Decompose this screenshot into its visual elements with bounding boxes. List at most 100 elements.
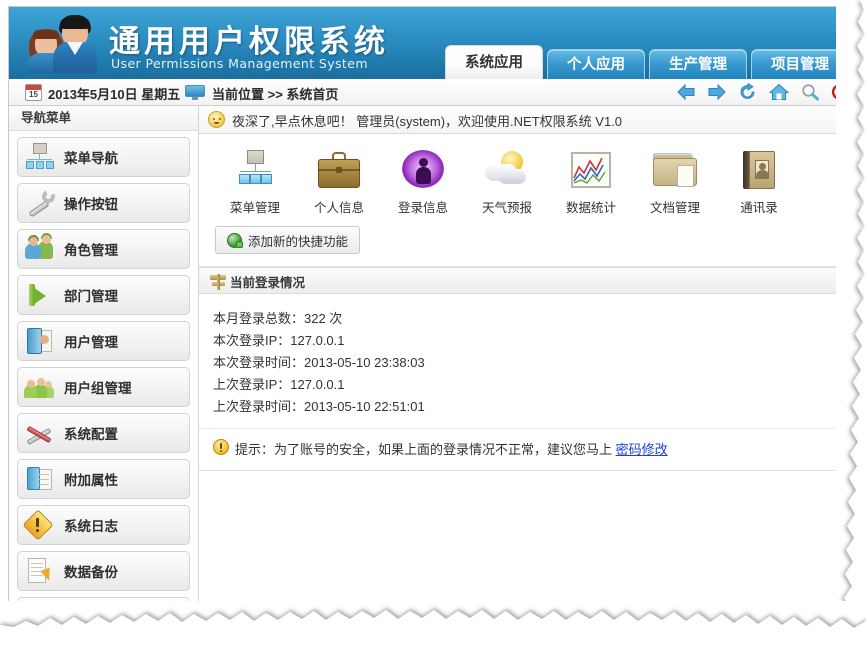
brand-title-en: User Permissions Management System — [111, 56, 368, 71]
shortcut-label: 菜单管理 — [213, 197, 297, 216]
shortcut-weather[interactable]: 天气预报 — [465, 148, 549, 216]
back-icon[interactable] — [676, 83, 696, 103]
welcome-message: 夜深了,早点休息吧！ 管理员(system)，欢迎使用.NET权限系统 V1.0 — [232, 111, 622, 130]
sidebar-item-label: 数据备份 — [64, 561, 118, 581]
sidebar-item-usergroup-mgmt[interactable]: 用户组管理 — [17, 367, 190, 407]
tab-production-mgmt[interactable]: 生产管理 — [649, 49, 747, 79]
sidebar-item-label: 附加属性 — [64, 469, 118, 489]
brand-title-cn: 通用用户权限系统 — [109, 16, 389, 61]
login-section-title: 当前登录情况 — [230, 272, 305, 291]
calendar-day: 15 — [26, 89, 41, 100]
sidebar-item-role-mgmt[interactable]: 角色管理 — [17, 229, 190, 269]
welcome-bar: 夜深了,早点休息吧！ 管理员(system)，欢迎使用.NET权限系统 V1.0 — [199, 106, 849, 134]
broadcast-user-icon — [402, 150, 444, 190]
login-info-row: 本次登录时间：2013-05-10 23:38:03 — [213, 352, 849, 374]
globe-add-icon — [227, 233, 242, 248]
shortcut-label: 数据统计 — [549, 197, 633, 216]
main-content: 夜深了,早点休息吧！ 管理员(system)，欢迎使用.NET权限系统 V1.0… — [199, 106, 849, 607]
sidebar-item-system-config[interactable]: 系统配置 — [17, 413, 190, 453]
add-shortcut-row: 添加新的快捷功能 — [199, 220, 849, 266]
shortcut-list: 菜单管理 个人信息 — [199, 134, 849, 220]
sidebar-item-label: 角色管理 — [64, 239, 118, 259]
user-group-icon — [18, 368, 64, 406]
shortcut-personal-info[interactable]: 个人信息 — [297, 148, 381, 216]
login-info-row: 上次登录IP：127.0.0.1 — [213, 374, 849, 396]
search-icon[interactable] — [800, 83, 820, 103]
exit-icon[interactable] — [831, 83, 845, 103]
shortcut-statistics[interactable]: 数据统计 — [549, 148, 633, 216]
change-password-link[interactable]: 密码修改 — [616, 442, 668, 457]
shortcut-login-info[interactable]: 登录信息 — [381, 148, 465, 216]
login-section-header: 当前登录情况 — [199, 267, 849, 294]
briefcase-icon — [318, 152, 360, 190]
tab-personal-app[interactable]: 个人应用 — [547, 49, 645, 79]
shortcut-label: 通讯录 — [717, 197, 801, 216]
sidebar-item-data-backup[interactable]: 数据备份 — [17, 551, 190, 591]
green-arrow-icon — [18, 276, 64, 314]
add-shortcut-button[interactable]: 添加新的快捷功能 — [215, 226, 360, 254]
sidebar-item-label: 用户组管理 — [64, 377, 132, 397]
login-info-row: 本次登录IP：127.0.0.1 — [213, 330, 849, 352]
login-info-list: 本月登录总数：322 次 本次登录IP：127.0.0.1 本次登录时间：201… — [199, 294, 849, 428]
app-header: 通用用户权限系统 User Permissions Management Sys… — [9, 7, 849, 79]
backup-icon — [18, 552, 64, 590]
users-avatar-icon — [27, 15, 105, 73]
signpost-icon — [209, 272, 227, 290]
database-icon — [18, 598, 64, 636]
sidebar-item-system-log[interactable]: 系统日志 — [17, 505, 190, 545]
app-window: 通用用户权限系统 User Permissions Management Sys… — [0, 0, 866, 647]
sidebar-item-label: 资源管理 — [64, 607, 118, 627]
shortcut-address-book[interactable]: 通讯录 — [717, 148, 801, 216]
login-info-row: 上次登录时间：2013-05-10 22:51:01 — [213, 396, 849, 418]
people-icon — [18, 230, 64, 268]
shortcut-document-mgmt[interactable]: 文档管理 — [633, 148, 717, 216]
wrench-icon — [18, 184, 64, 222]
sidebar-item-action-buttons[interactable]: 操作按钮 — [17, 183, 190, 223]
sitemap-icon — [234, 150, 276, 190]
chart-icon — [571, 152, 611, 188]
address-book-icon — [743, 151, 775, 189]
status-bar: 15 2013年5月10日 星期五 当前位置 >> 系统首页 — [9, 79, 849, 106]
sidebar: 导航菜单 菜单导航 操作按钮 — [9, 106, 199, 607]
weather-sun-cloud-icon — [485, 151, 529, 189]
home-icon[interactable] — [769, 83, 789, 103]
refresh-icon[interactable] — [738, 83, 758, 103]
calendar-icon: 15 — [25, 84, 42, 101]
warning-circle-icon — [213, 439, 229, 455]
sidebar-item-label: 用户管理 — [64, 331, 118, 351]
main-tabs: 系统应用 个人应用 生产管理 项目管理 — [445, 45, 849, 79]
tab-project-mgmt[interactable]: 项目管理 — [751, 49, 849, 79]
folder-document-icon — [653, 153, 697, 187]
sitemap-icon — [18, 138, 64, 176]
shortcut-menu-mgmt[interactable]: 菜单管理 — [213, 148, 297, 216]
toolbar — [676, 82, 845, 104]
shortcuts-panel: 菜单管理 个人信息 — [199, 134, 849, 267]
user-book-icon — [18, 322, 64, 360]
login-info-row: 本月登录总数：322 次 — [213, 308, 849, 330]
monitor-icon — [185, 85, 205, 100]
breadcrumb: 当前位置 >> 系统首页 — [212, 84, 338, 103]
sidebar-item-dept-mgmt[interactable]: 部门管理 — [17, 275, 190, 315]
page-paper: 通用用户权限系统 User Permissions Management Sys… — [8, 6, 848, 606]
shortcut-label: 登录信息 — [381, 197, 465, 216]
tab-system-app[interactable]: 系统应用 — [445, 45, 543, 79]
sleepy-face-icon — [208, 111, 225, 128]
security-tip-text: 提示：为了账号的安全，如果上面的登录情况不正常，建议您马上 — [235, 442, 612, 457]
current-date: 2013年5月10日 星期五 — [48, 84, 180, 103]
sidebar-item-extra-attributes[interactable]: 附加属性 — [17, 459, 190, 499]
sidebar-item-label: 操作按钮 — [64, 193, 118, 213]
sidebar-item-label: 系统配置 — [64, 423, 118, 443]
tools-icon — [18, 414, 64, 452]
sidebar-item-user-mgmt[interactable]: 用户管理 — [17, 321, 190, 361]
attribute-icon — [18, 460, 64, 498]
shortcut-label: 个人信息 — [297, 197, 381, 216]
sidebar-item-menu-nav[interactable]: 菜单导航 — [17, 137, 190, 177]
sidebar-title: 导航菜单 — [9, 106, 198, 131]
warning-diamond-icon — [18, 506, 64, 544]
sidebar-item-resource-mgmt[interactable]: 资源管理 — [17, 597, 190, 637]
forward-icon[interactable] — [707, 83, 727, 103]
avatar-male — [53, 15, 97, 73]
sidebar-item-label: 菜单导航 — [64, 147, 118, 167]
add-shortcut-label: 添加新的快捷功能 — [248, 231, 348, 250]
sidebar-item-label: 部门管理 — [64, 285, 118, 305]
